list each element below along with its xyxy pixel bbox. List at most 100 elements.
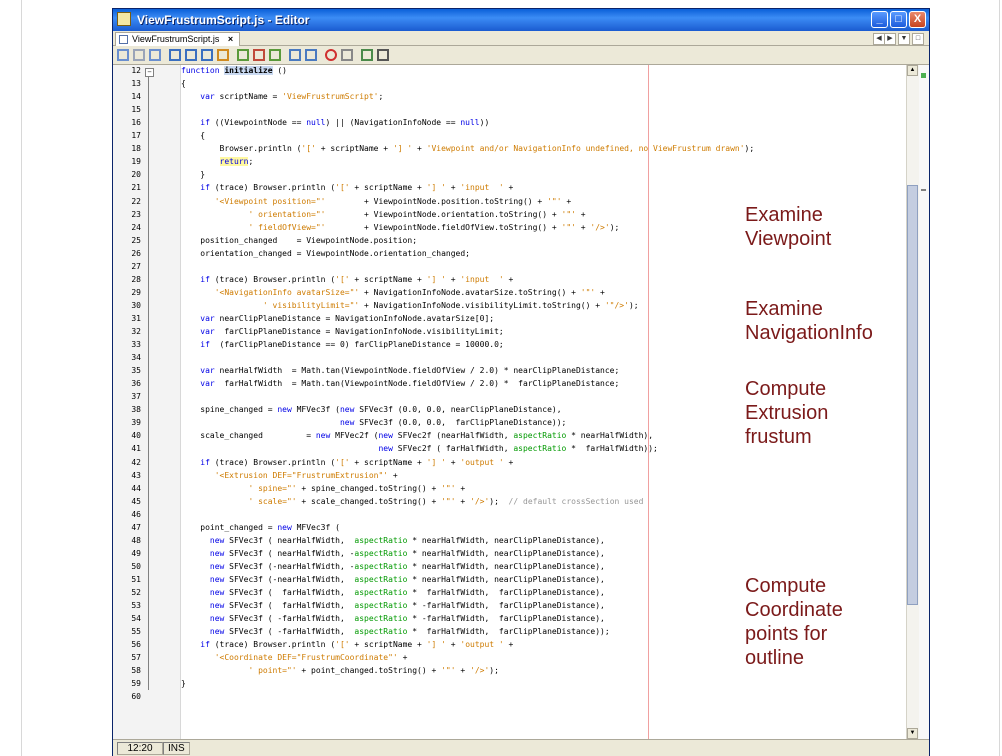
scroll-down-button[interactable]: ▼ bbox=[907, 728, 918, 739]
code-line[interactable]: new SFVec3f ( nearHalfWidth, -aspectRati… bbox=[181, 549, 605, 558]
code-line[interactable]: new SFVec3f ( -farHalfWidth, aspectRatio… bbox=[181, 627, 610, 636]
code-line[interactable]: if (trace) Browser.println ('[' + script… bbox=[181, 275, 513, 284]
forward-icon[interactable] bbox=[149, 49, 161, 61]
code-line[interactable]: { bbox=[181, 79, 186, 88]
code-line[interactable]: if (trace) Browser.println ('[' + script… bbox=[181, 458, 513, 467]
code-line[interactable]: if (trace) Browser.println ('[' + script… bbox=[181, 640, 513, 649]
line-number: 44 bbox=[131, 483, 141, 493]
line-number: 26 bbox=[131, 248, 141, 258]
editor-window: ViewFrustrumScript.js - Editor _ □ X Vie… bbox=[112, 8, 930, 756]
code-line[interactable]: } bbox=[181, 170, 205, 179]
vertical-scrollbar[interactable]: ▲ ▼ bbox=[906, 65, 919, 739]
code-line[interactable]: var nearHalfWidth = Math.tan(ViewpointNo… bbox=[181, 366, 619, 375]
find-previous-icon[interactable] bbox=[185, 49, 197, 61]
line-number: 23 bbox=[131, 209, 141, 219]
line-number-gutter: 12 13 14 15 16 17 18 19 20 21 22 23 24 25 26 27 28 29 30 31… bbox=[113, 65, 181, 739]
code-line[interactable]: Browser.println ('[' + scriptName + '] '… bbox=[181, 144, 755, 153]
caret-position-mark[interactable] bbox=[921, 189, 926, 191]
tab-close-button[interactable]: × bbox=[228, 34, 233, 44]
code-line[interactable]: position_changed = ViewpointNode.positio… bbox=[181, 236, 417, 245]
toggle-bookmark-icon[interactable] bbox=[269, 49, 281, 61]
line-number: 30 bbox=[131, 300, 141, 310]
stop-macro-icon[interactable] bbox=[341, 49, 353, 61]
code-line[interactable]: if (trace) Browser.println ('[' + script… bbox=[181, 183, 513, 192]
tab-viewfrustrumscript[interactable]: ViewFrustrumScript.js × bbox=[115, 32, 241, 46]
scroll-up-button[interactable]: ▲ bbox=[907, 65, 918, 76]
code-line[interactable]: new SFVec3f ( nearHalfWidth, aspectRatio… bbox=[181, 536, 605, 545]
code-line[interactable]: new SFVec3f ( farHalfWidth, aspectRatio … bbox=[181, 588, 605, 597]
code-line[interactable]: new SFVec2f ( farHalfWidth, aspectRatio … bbox=[181, 444, 657, 453]
ok-status-mark[interactable] bbox=[921, 73, 926, 78]
scroll-tabs-right-button[interactable]: ▶ bbox=[884, 33, 896, 45]
scroll-thumb[interactable] bbox=[907, 185, 918, 605]
line-number: 48 bbox=[131, 535, 141, 545]
insert-mode[interactable]: INS bbox=[163, 742, 190, 755]
fold-toggle-icon[interactable]: − bbox=[145, 68, 154, 77]
code-line[interactable]: new SFVec3f (0.0, 0.0, farClipPlaneDista… bbox=[181, 418, 566, 427]
code-line[interactable]: new SFVec3f ( -farHalfWidth, aspectRatio… bbox=[181, 614, 605, 623]
line-number: 19 bbox=[131, 157, 141, 167]
code-line[interactable]: '<NavigationInfo avatarSize="' + Navigat… bbox=[181, 288, 605, 297]
code-line[interactable]: '<Viewpoint position="' + ViewpointNode.… bbox=[181, 197, 571, 206]
code-line[interactable]: return; bbox=[181, 157, 253, 167]
comment-icon[interactable] bbox=[361, 49, 373, 61]
fold-guide bbox=[148, 77, 149, 691]
code-line[interactable]: '<Extrusion DEF="FrustrumExtrusion"' + bbox=[181, 471, 398, 480]
code-line[interactable]: var farHalfWidth = Math.tan(ViewpointNod… bbox=[181, 379, 619, 388]
annotation-examine-navigationinfo: Examine NavigationInfo bbox=[745, 298, 873, 344]
code-line[interactable]: var nearClipPlaneDistance = NavigationIn… bbox=[181, 314, 494, 323]
next-bookmark-icon[interactable] bbox=[253, 49, 265, 61]
toggle-highlight-icon[interactable] bbox=[217, 49, 229, 61]
line-number: 35 bbox=[131, 366, 141, 376]
app-icon bbox=[117, 12, 131, 26]
restore-window-button[interactable]: □ bbox=[912, 33, 924, 45]
code-line[interactable]: orientation_changed = ViewpointNode.orie… bbox=[181, 249, 470, 258]
code-line[interactable]: '<Coordinate DEF="FrustrumCoordinate"' + bbox=[181, 653, 408, 662]
close-button[interactable]: X bbox=[909, 11, 926, 28]
code-line[interactable]: if (farClipPlaneDistance == 0) farClipPl… bbox=[181, 340, 503, 349]
minimize-button[interactable]: _ bbox=[871, 11, 888, 28]
previous-bookmark-icon[interactable] bbox=[237, 49, 249, 61]
code-line[interactable]: ' point="' + point_changed.toString() + … bbox=[181, 666, 498, 675]
code-editor[interactable]: 12 13 14 15 16 17 18 19 20 21 22 23 24 25 26 27 28 29 30 31… bbox=[113, 65, 929, 739]
code-line[interactable]: point_changed = new MFVec3f ( bbox=[181, 523, 340, 532]
code-line[interactable]: new SFVec3f ( farHalfWidth, aspectRatio … bbox=[181, 601, 605, 610]
line-number: 31 bbox=[131, 313, 141, 323]
maximize-button[interactable]: □ bbox=[890, 11, 907, 28]
history-icon[interactable] bbox=[133, 49, 145, 61]
tab-list-button[interactable]: ▼ bbox=[898, 33, 910, 45]
code-line[interactable]: new SFVec3f (-nearHalfWidth, aspectRatio… bbox=[181, 575, 605, 584]
line-number: 47 bbox=[131, 522, 141, 532]
code-line[interactable]: ' spine="' + spine_changed.toString() + … bbox=[181, 484, 465, 493]
shift-left-icon[interactable] bbox=[289, 49, 301, 61]
line-number: 40 bbox=[131, 431, 141, 441]
line-number: 36 bbox=[131, 379, 141, 389]
code-line[interactable]: if ((ViewpointNode == null) || (Navigati… bbox=[181, 118, 489, 127]
line-number: 18 bbox=[131, 144, 141, 154]
code-line[interactable]: new SFVec3f (-nearHalfWidth, -aspectRati… bbox=[181, 562, 605, 571]
find-next-icon[interactable] bbox=[201, 49, 213, 61]
line-number: 60 bbox=[131, 692, 141, 702]
title-bar[interactable]: ViewFrustrumScript.js - Editor _ □ X bbox=[113, 9, 929, 31]
find-selection-icon[interactable] bbox=[169, 49, 181, 61]
error-stripe[interactable] bbox=[919, 65, 929, 739]
code-line[interactable]: ' scale="' + scale_changed.toString() + … bbox=[181, 497, 643, 506]
code-line[interactable]: function initialize () bbox=[181, 66, 287, 75]
code-line[interactable]: ' visibilityLimit="' + NavigationInfoNod… bbox=[181, 301, 639, 310]
line-number: 51 bbox=[131, 574, 141, 584]
uncomment-icon[interactable] bbox=[377, 49, 389, 61]
code-line[interactable]: } bbox=[181, 679, 186, 688]
code-line[interactable]: { bbox=[181, 131, 205, 140]
code-line[interactable]: scale_changed = new MFVec2f (new SFVec2f… bbox=[181, 431, 653, 440]
code-line[interactable]: spine_changed = new MFVec3f (new SFVec3f… bbox=[181, 405, 561, 414]
line-number: 56 bbox=[131, 640, 141, 650]
code-line[interactable]: ' fieldOfView="' + ViewpointNode.fieldOf… bbox=[181, 223, 619, 232]
back-icon[interactable] bbox=[117, 49, 129, 61]
line-number: 39 bbox=[131, 418, 141, 428]
shift-right-icon[interactable] bbox=[305, 49, 317, 61]
code-line[interactable]: var farClipPlaneDistance = NavigationInf… bbox=[181, 327, 503, 336]
start-macro-icon[interactable] bbox=[325, 49, 337, 61]
code-line[interactable]: var scriptName = 'ViewFrustrumScript'; bbox=[181, 92, 383, 101]
code-line[interactable]: ' orientation="' + ViewpointNode.orienta… bbox=[181, 210, 585, 219]
editor-toolbar bbox=[113, 46, 929, 65]
